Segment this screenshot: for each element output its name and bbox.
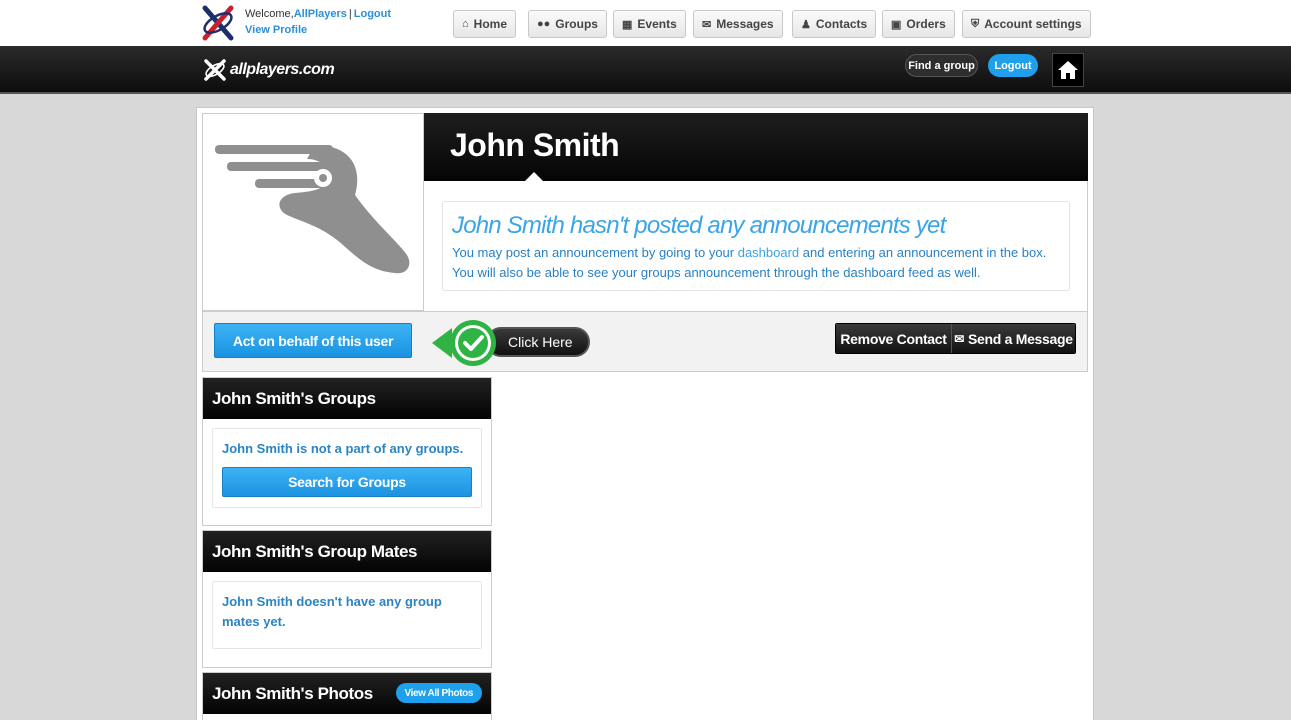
shield-icon: ⛨ bbox=[971, 17, 980, 30]
groups-empty-text: John Smith is not a part of any groups. bbox=[222, 441, 464, 456]
send-message-button[interactable]: ✉ Send a Message bbox=[951, 324, 1075, 353]
view-profile-link[interactable]: View Profile bbox=[245, 23, 391, 38]
notice-line-2: You will also be able to see your groups… bbox=[452, 265, 981, 280]
contact-actions: Remove Contact ✉ Send a Message bbox=[835, 323, 1076, 354]
nav-events-button[interactable]: ▦ Events bbox=[613, 10, 686, 38]
nav-messages-label: Messages bbox=[716, 17, 774, 31]
nav-contacts-button[interactable]: ♟ Contacts bbox=[792, 10, 877, 38]
nav-account-settings-label: Account settings bbox=[984, 17, 1082, 31]
nav-messages-button[interactable]: ✉ Messages bbox=[693, 10, 783, 38]
welcome-block: Welcome,AllPlayers | Logout View Profile bbox=[245, 7, 391, 38]
group-mates-empty-text: John Smith doesn't have any group mates … bbox=[222, 594, 442, 629]
notice-line-1: You may post an announcement by going to… bbox=[452, 245, 1046, 260]
announcement-notice: John Smith hasn't posted any announcemen… bbox=[442, 201, 1070, 291]
profile-name: John Smith bbox=[450, 127, 620, 163]
notice-title: John Smith hasn't posted any announcemen… bbox=[452, 212, 946, 239]
find-group-button[interactable]: Find a group bbox=[905, 54, 978, 77]
notice-line1-pre: You may post an announcement by going to… bbox=[452, 245, 738, 260]
brand-bar: allplayers.com Find a group Logout bbox=[0, 46, 1291, 94]
groups-widget-body: John Smith is not a part of any groups. … bbox=[212, 428, 482, 508]
calendar-icon: ▦ bbox=[622, 18, 633, 31]
brand-logo[interactable]: allplayers.com bbox=[203, 58, 335, 82]
home-button[interactable] bbox=[1052, 53, 1084, 87]
groups-widget: John Smith's Groups John Smith is not a … bbox=[202, 377, 492, 526]
brand-x-icon bbox=[204, 59, 226, 81]
photos-widget: John Smith's Photos View All Photos bbox=[202, 672, 492, 720]
photos-widget-title: John Smith's Photos bbox=[212, 683, 373, 703]
envelope-icon: ✉ bbox=[954, 331, 965, 346]
nav-orders-label: Orders bbox=[906, 17, 946, 31]
send-message-label: Send a Message bbox=[968, 330, 1073, 347]
avatar bbox=[202, 113, 424, 311]
nav-orders-button[interactable]: ▣ Orders bbox=[882, 10, 955, 38]
notice-line1-post: and entering an announcement in the box. bbox=[799, 245, 1047, 260]
nav-groups-label: Groups bbox=[555, 17, 598, 31]
welcome-prefix: Welcome, bbox=[245, 8, 294, 20]
act-on-behalf-button[interactable]: Act on behalf of this user bbox=[214, 323, 412, 358]
group-mates-widget: John Smith's Group Mates John Smith does… bbox=[202, 530, 492, 668]
name-banner: John Smith bbox=[424, 113, 1088, 181]
top-logout-link[interactable]: Logout bbox=[354, 8, 391, 20]
photos-widget-header: John Smith's Photos View All Photos bbox=[203, 673, 491, 714]
remove-contact-label: Remove Contact bbox=[840, 330, 947, 347]
nav-events-label: Events bbox=[637, 17, 677, 31]
top-bar: Welcome,AllPlayers | Logout View Profile ⌂… bbox=[0, 0, 1291, 46]
dashboard-link[interactable]: dashboard bbox=[738, 245, 799, 260]
nav-groups-button[interactable]: ●● Groups bbox=[528, 10, 607, 38]
username-link[interactable]: AllPlayers bbox=[294, 8, 347, 20]
brand-name: allplayers.com bbox=[230, 61, 335, 78]
nav-home-button[interactable]: ⌂ Home bbox=[453, 10, 516, 38]
group-mates-widget-body: John Smith doesn't have any group mates … bbox=[212, 581, 482, 649]
groups-widget-title: John Smith's Groups bbox=[203, 378, 491, 419]
nav-contacts-label: Contacts bbox=[815, 17, 868, 31]
search-groups-button[interactable]: Search for Groups bbox=[222, 467, 472, 497]
envelope-icon: ✉ bbox=[702, 18, 712, 31]
click-here-callout[interactable]: Click Here bbox=[430, 318, 592, 368]
group-mates-widget-title: John Smith's Group Mates bbox=[203, 531, 491, 572]
green-check-icon bbox=[432, 320, 496, 366]
allplayers-logo[interactable] bbox=[199, 4, 237, 42]
home-icon: ⌂ bbox=[462, 18, 469, 30]
cart-icon: ▣ bbox=[891, 18, 902, 31]
view-all-photos-button[interactable]: View All Photos bbox=[395, 683, 482, 703]
welcome-separator: | bbox=[348, 8, 352, 20]
nav-home-label: Home bbox=[473, 17, 507, 31]
remove-contact-button[interactable]: Remove Contact bbox=[836, 324, 952, 353]
house-icon bbox=[1058, 61, 1078, 79]
nav-account-settings-button[interactable]: ⛨ Account settings bbox=[962, 10, 1091, 38]
groups-icon: ●● bbox=[537, 18, 551, 30]
brandbar-logout-button[interactable]: Logout bbox=[988, 54, 1038, 77]
user-icon: ♟ bbox=[801, 18, 811, 31]
banner-notch bbox=[524, 172, 544, 182]
default-avatar-icon bbox=[215, 144, 410, 273]
